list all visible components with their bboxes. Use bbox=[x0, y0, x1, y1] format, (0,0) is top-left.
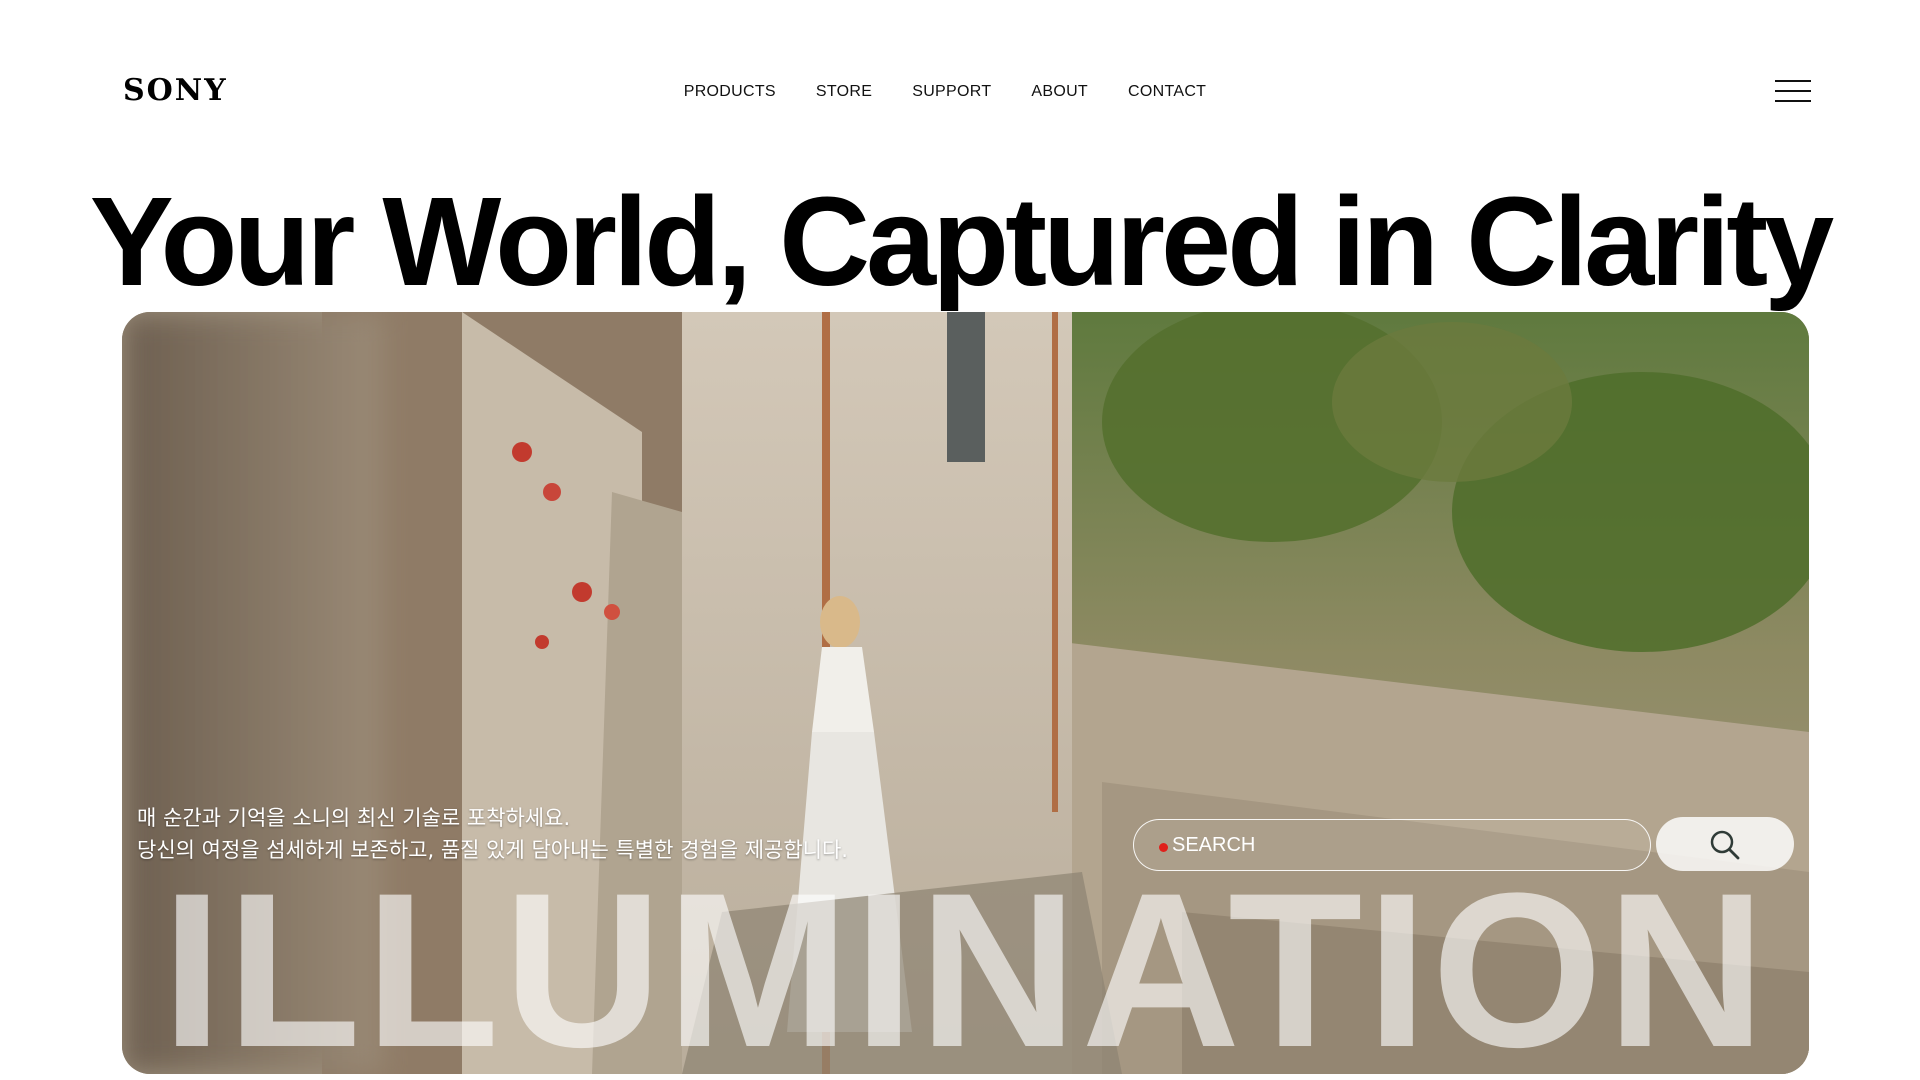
site-header: SONY PRODUCTS STORE SUPPORT ABOUT CONTAC… bbox=[0, 0, 1920, 182]
menu-line bbox=[1775, 80, 1811, 82]
hamburger-menu-icon[interactable] bbox=[1775, 80, 1811, 102]
nav-products[interactable]: PRODUCTS bbox=[684, 82, 776, 102]
menu-line bbox=[1775, 90, 1811, 92]
nav-contact[interactable]: CONTACT bbox=[1128, 82, 1206, 102]
menu-line bbox=[1775, 100, 1811, 102]
main-nav: PRODUCTS STORE SUPPORT ABOUT CONTACT bbox=[0, 82, 1920, 102]
nav-support[interactable]: SUPPORT bbox=[912, 82, 991, 102]
page-headline: Your World, Captured in Clarity bbox=[89, 171, 1834, 312]
hero-banner: 매 순간과 기억을 소니의 최신 기술로 포착하세요. 당신의 여정을 섬세하게… bbox=[122, 312, 1809, 1074]
hero-big-word: ILLUMINATION bbox=[161, 847, 1770, 1074]
nav-about[interactable]: ABOUT bbox=[1031, 82, 1088, 102]
nav-store[interactable]: STORE bbox=[816, 82, 872, 102]
hero-description-line-1: 매 순간과 기억을 소니의 최신 기술로 포착하세요. bbox=[137, 806, 571, 830]
